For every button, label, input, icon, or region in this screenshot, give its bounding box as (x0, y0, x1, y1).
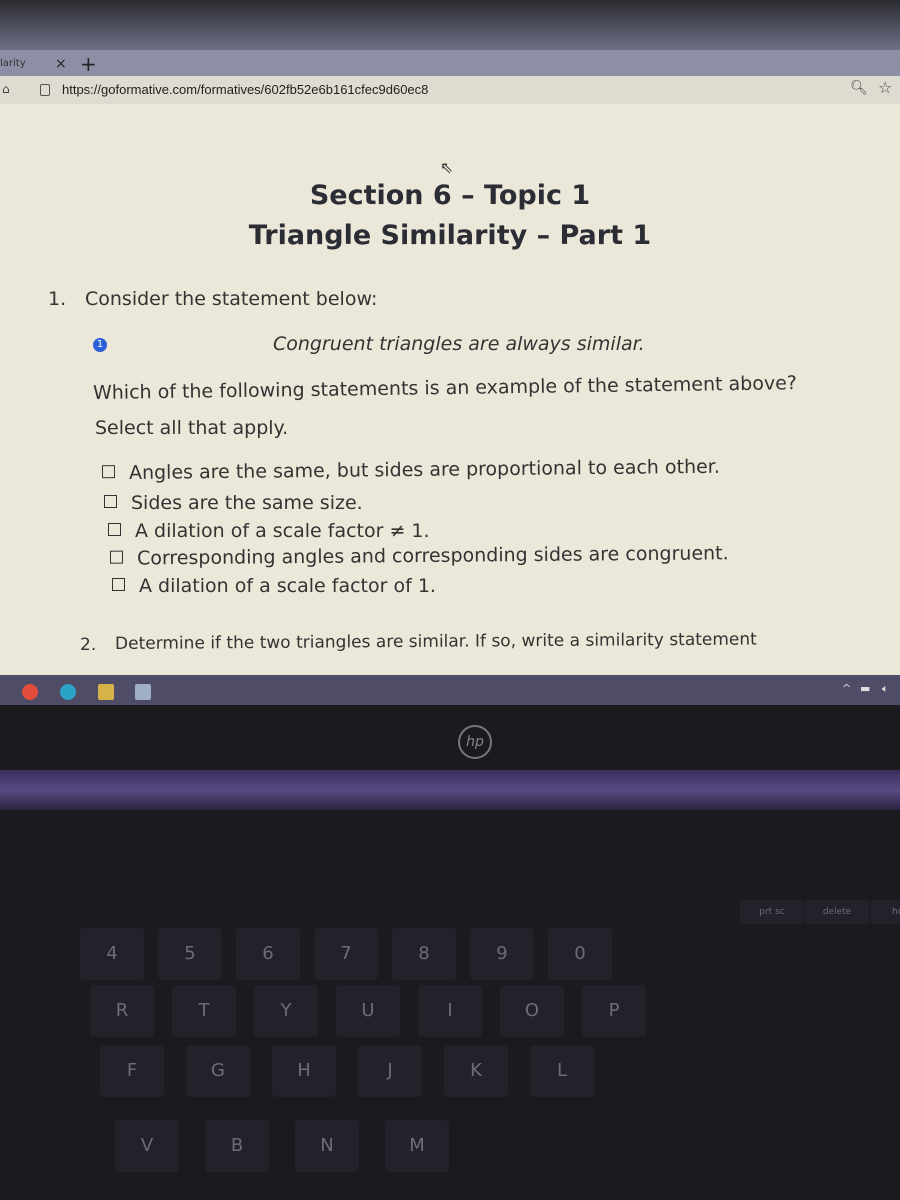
letter-key[interactable]: U (336, 985, 400, 1037)
app-icon[interactable] (135, 684, 151, 700)
function-key[interactable]: prt sc (740, 900, 804, 924)
letter-key[interactable]: J (358, 1045, 422, 1097)
q1-number: 1. (48, 288, 67, 310)
function-key[interactable]: hom (870, 900, 900, 924)
checkbox[interactable] (109, 550, 124, 564)
option-3[interactable]: A dilation of a scale factor ≠ 1. (108, 520, 430, 542)
network-icon[interactable]: ▬ (860, 682, 870, 695)
letter-key[interactable]: T (172, 985, 236, 1037)
number-key[interactable]: 9 (470, 928, 534, 980)
q1-text: Consider the statement below: (85, 288, 378, 310)
mouse-cursor-icon: ⇖ (440, 158, 454, 177)
letter-key[interactable]: V (115, 1120, 179, 1172)
close-tab-icon[interactable]: × (55, 56, 67, 72)
letter-key[interactable]: B (205, 1120, 269, 1172)
checkbox[interactable] (101, 465, 116, 479)
laptop-hinge (0, 770, 900, 810)
number-key[interactable]: 8 (392, 928, 456, 980)
number-key[interactable]: 7 (314, 928, 378, 980)
favorite-star-icon[interactable]: ☆ (878, 78, 892, 97)
page-title: Triangle Similarity – Part 1 (248, 220, 652, 251)
file-explorer-icon[interactable] (98, 684, 114, 700)
letter-key[interactable]: P (582, 985, 646, 1037)
letter-key[interactable]: G (186, 1045, 250, 1097)
option-label: A dilation of a scale factor ≠ 1. (135, 520, 430, 542)
tab-bar (0, 50, 900, 76)
option-label: Sides are the same size. (131, 492, 363, 514)
hp-logo: hp (458, 725, 492, 759)
option-5[interactable]: A dilation of a scale factor of 1. (112, 575, 436, 597)
number-key[interactable]: 0 (548, 928, 612, 980)
new-tab-icon[interactable]: + (80, 52, 97, 76)
lock-icon (40, 84, 50, 96)
function-key[interactable]: delete (805, 900, 869, 924)
checkbox[interactable] (108, 523, 121, 536)
zoom-icon[interactable]: 🔍︎ (850, 80, 868, 96)
number-key[interactable]: 4 (80, 928, 144, 980)
letter-key[interactable]: M (385, 1120, 449, 1172)
letter-key[interactable]: R (90, 985, 154, 1037)
option-2[interactable]: Sides are the same size. (104, 492, 363, 514)
letter-key[interactable]: K (444, 1045, 508, 1097)
option-label: A dilation of a scale factor of 1. (139, 575, 436, 597)
number-key[interactable]: 5 (158, 928, 222, 980)
checkbox[interactable] (112, 578, 125, 591)
edge-icon[interactable] (60, 684, 76, 700)
screen-bezel (0, 0, 900, 50)
chrome-icon[interactable] (22, 684, 38, 700)
browser-tab[interactable]: larity (0, 58, 26, 69)
q2-number: 2. (80, 635, 97, 655)
laptop-screen: larity × + ⌂ https://goformative.com/for… (0, 0, 900, 705)
number-key[interactable]: 6 (236, 928, 300, 980)
letter-key[interactable]: O (500, 985, 564, 1037)
letter-key[interactable]: F (100, 1045, 164, 1097)
checkbox[interactable] (104, 495, 117, 508)
section-title: Section 6 – Topic 1 (309, 180, 591, 211)
q1-statement: Congruent triangles are always similar. (273, 333, 645, 355)
letter-key[interactable]: I (418, 985, 482, 1037)
info-badge[interactable]: 1 (93, 338, 107, 352)
letter-key[interactable]: Y (254, 985, 318, 1037)
tray-expand-icon[interactable]: ^ (842, 682, 851, 695)
letter-key[interactable]: L (530, 1045, 594, 1097)
home-icon[interactable]: ⌂ (2, 82, 10, 96)
letter-key[interactable]: N (295, 1120, 359, 1172)
volume-icon[interactable]: 🔈︎ (882, 682, 889, 696)
url-text[interactable]: https://goformative.com/formatives/602fb… (62, 82, 428, 97)
q1-instruction: Select all that apply. (95, 417, 289, 439)
letter-key[interactable]: H (272, 1045, 336, 1097)
